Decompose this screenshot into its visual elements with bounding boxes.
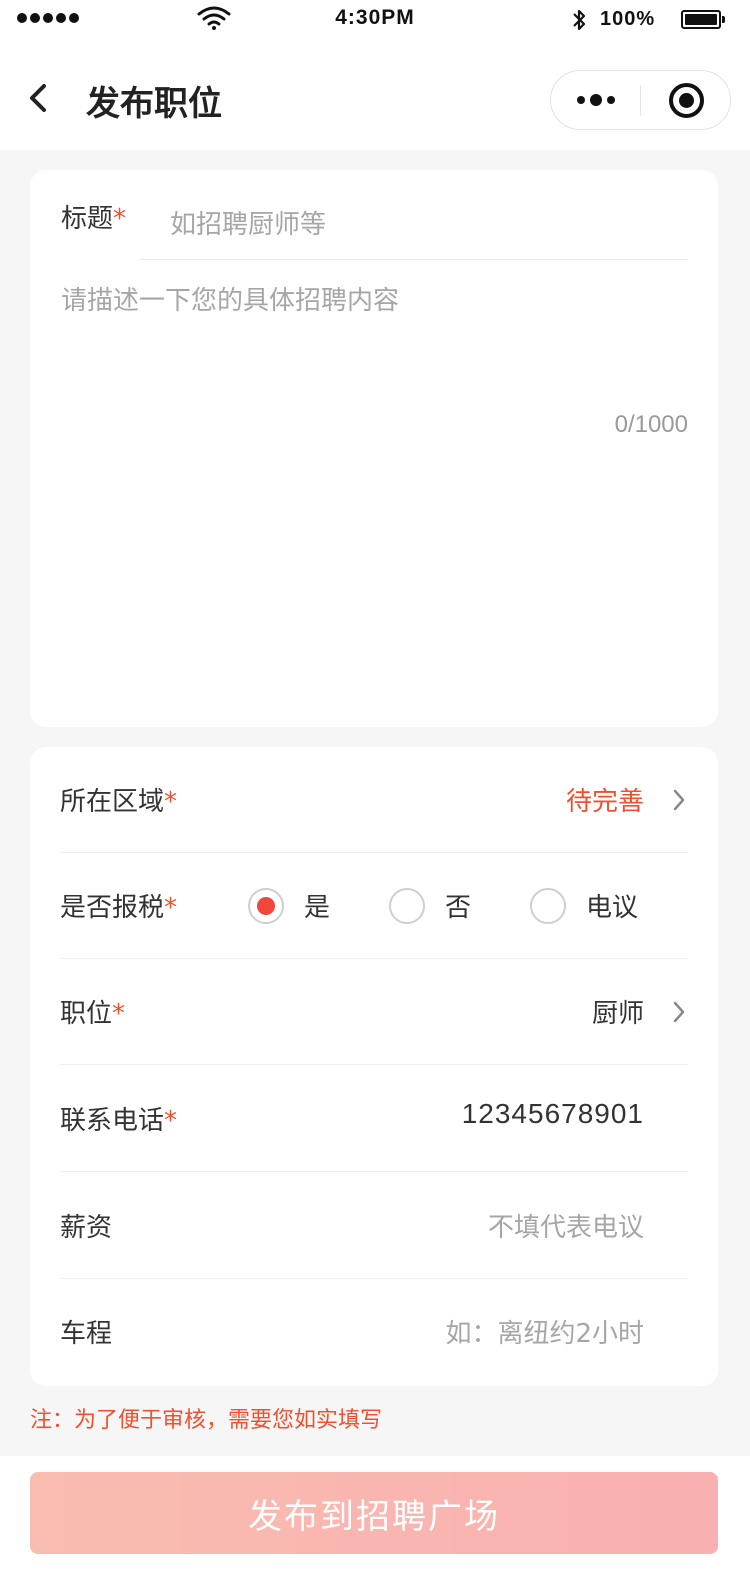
char-counter: 0/1000 — [614, 411, 688, 438]
commute-row[interactable]: 车程 如：离纽约2小时 — [60, 1279, 688, 1385]
region-value: 待完善 — [565, 787, 644, 817]
commute-input[interactable]: 如：离纽约2小时 — [445, 1313, 644, 1350]
form-note: 注：为了便于审核，需要您如实填写 — [30, 1408, 383, 1433]
title-label: 标题* — [61, 198, 126, 235]
tax-row: 是否报税* 是 否 电议 — [60, 853, 688, 959]
radio-label: 是 — [304, 893, 331, 923]
bluetooth-icon — [573, 9, 586, 31]
back-arrow-icon[interactable] — [22, 78, 56, 118]
mini-program-capsule — [550, 70, 731, 130]
target-icon[interactable] — [669, 83, 704, 118]
chevron-right-icon — [673, 789, 685, 811]
job-details-card: 所在区域* 待完善 是否报税* 是 否 电议 职位* 厨师 联系电话* 1234… — [30, 747, 718, 1386]
tax-radio-yes[interactable]: 是 — [248, 887, 330, 924]
phone-label-text: 联系电话 — [60, 1106, 165, 1136]
radio-unchecked-icon — [389, 887, 425, 924]
title-input[interactable] — [140, 190, 688, 260]
publish-button[interactable]: 发布到招聘广场 — [30, 1472, 718, 1554]
description-textarea[interactable] — [61, 280, 688, 400]
salary-row[interactable]: 薪资 不填代表电议 — [60, 1173, 688, 1279]
required-mark: * — [164, 893, 178, 923]
phone-row[interactable]: 联系电话* 12345678901 — [60, 1066, 688, 1172]
battery-percent: 100% — [600, 8, 656, 30]
position-label: 职位* — [60, 993, 125, 1030]
required-mark: * — [164, 787, 178, 817]
bottom-bar: 发布到招聘广场 — [0, 1456, 750, 1574]
position-value: 厨师 — [591, 999, 644, 1029]
region-label-text: 所在区域 — [60, 787, 165, 817]
tax-label-text: 是否报税 — [60, 893, 165, 923]
status-bar: 4:30PM 100% — [0, 0, 750, 40]
radio-label: 电议 — [586, 893, 639, 923]
capsule-divider — [640, 86, 641, 116]
tax-radio-no[interactable]: 否 — [389, 887, 471, 924]
battery-icon — [681, 10, 725, 29]
phone-label: 联系电话* — [60, 1100, 177, 1137]
required-mark: * — [112, 999, 126, 1029]
title-label-text: 标题 — [61, 204, 114, 234]
chevron-right-icon — [673, 1001, 685, 1023]
tax-label: 是否报税* — [60, 887, 177, 924]
required-mark: * — [113, 204, 127, 234]
position-label-text: 职位 — [60, 999, 113, 1029]
radio-checked-icon — [248, 887, 284, 924]
radio-label: 否 — [445, 893, 472, 923]
salary-input[interactable]: 不填代表电议 — [488, 1207, 644, 1244]
job-content-card: 标题* 0/1000 — [30, 170, 718, 727]
region-label: 所在区域* — [60, 781, 177, 818]
nav-bar: 发布职位 — [0, 40, 750, 150]
phone-value[interactable]: 12345678901 — [462, 1098, 644, 1130]
region-row[interactable]: 所在区域* 待完善 — [60, 747, 688, 853]
salary-label: 薪资 — [60, 1213, 113, 1243]
radio-unchecked-icon — [530, 887, 566, 924]
position-row[interactable]: 职位* 厨师 — [60, 959, 688, 1065]
tax-radio-negotiable[interactable]: 电议 — [530, 887, 638, 924]
more-dots-icon[interactable] — [551, 71, 641, 129]
page-title: 发布职位 — [86, 84, 222, 124]
commute-label: 车程 — [60, 1319, 113, 1349]
required-mark: * — [164, 1106, 178, 1136]
